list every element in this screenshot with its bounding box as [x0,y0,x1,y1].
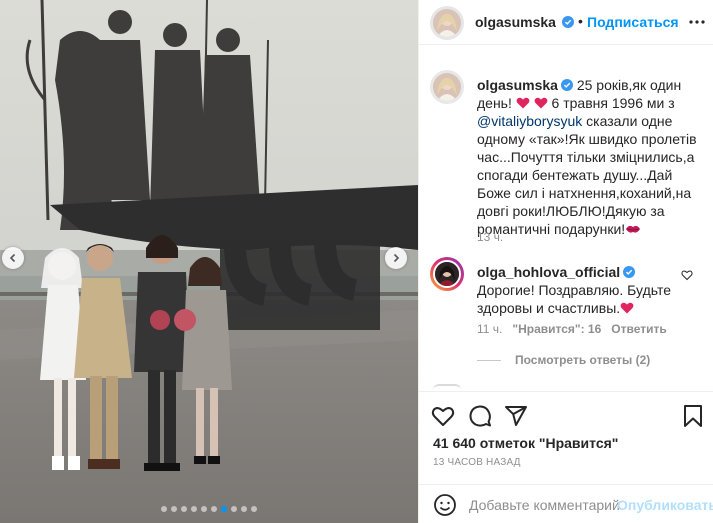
caption-text-date: 6 травня 1996 ми з [551,95,675,111]
post-actions: 41 640 отметок "Нравится" 13 ЧАСОВ НАЗАД… [419,391,713,523]
bookmark-icon[interactable] [681,404,705,428]
post-photo[interactable] [0,0,418,523]
carousel-dot [251,506,257,512]
comment-icon[interactable] [468,404,492,428]
comment-input[interactable] [469,495,619,515]
heart-emoji-icon [534,97,548,109]
kiss-lips-emoji-icon [626,225,641,233]
comment-likes-count[interactable]: "Нравится": 16 [512,322,601,336]
avatar[interactable] [433,260,461,288]
chevron-left-icon [9,253,16,263]
add-comment-form: Опубликовать [419,484,713,523]
replies-divider [477,359,501,361]
next-comment-avatar [433,384,461,390]
view-replies-button[interactable]: Посмотреть ответы (2) [477,353,650,367]
carousel-dot [171,506,177,512]
share-icon[interactable] [504,404,528,428]
carousel-dot [191,506,197,512]
reply-button[interactable]: Ответить [611,322,666,336]
carousel-dot [221,506,227,512]
caption-mention-link[interactable]: @vitaliyborysyuk [477,113,582,129]
follow-button[interactable]: Подписаться [587,14,679,30]
heart-emoji-icon [516,97,530,109]
carousel-dot [231,506,237,512]
verified-icon [560,79,573,91]
emoji-icon[interactable] [433,493,457,517]
post-details-panel: olgasumska • Подписаться olgasumska 25 р… [418,0,713,523]
caption-text-body: сказали одне одному «так»!Як швидко прол… [477,113,697,237]
verified-icon [623,266,636,278]
post-author-username[interactable]: olgasumska [475,14,556,30]
chevron-right-icon [393,253,400,263]
heart-icon[interactable] [681,269,693,281]
comment-text: Дорогие! Поздравляю. Будьте здоровы и сч… [477,282,672,316]
carousel-prev-button[interactable] [2,247,24,269]
comment-meta: 11 ч. "Нравится": 16 Ответить [477,322,667,336]
post-caption: olgasumska 25 років,як один день! 6 трав… [477,76,705,238]
carousel-dot [241,506,247,512]
avatar[interactable] [433,73,461,101]
comment-timestamp: 11 ч. [477,322,503,336]
publish-button[interactable]: Опубликовать [617,497,713,513]
avatar[interactable] [433,9,461,37]
carousel-indicator [0,506,418,512]
carousel-dot [161,506,167,512]
likes-count[interactable]: 41 640 отметок "Нравится" [433,435,618,451]
carousel-dot [201,506,207,512]
carousel-next-button[interactable] [385,247,407,269]
view-replies-label: Посмотреть ответы (2) [515,353,651,367]
carousel-dot [181,506,187,512]
post-header: olgasumska • Подписаться [419,0,713,45]
wedding-photo-illustration [0,0,418,523]
post-timestamp[interactable]: 13 ЧАСОВ НАЗАД [433,457,521,468]
more-icon[interactable] [687,12,707,32]
comment: olga_hohlova_official Дорогие! Поздравля… [477,263,692,317]
carousel-dot [211,506,217,512]
caption-timestamp: 13 ч. [477,230,504,244]
heart-emoji-icon [620,302,634,314]
verified-icon [562,16,574,28]
comment-username[interactable]: olga_hohlova_official [477,264,620,280]
heart-icon[interactable] [431,404,455,428]
separator-dot: • [578,13,583,29]
caption-username[interactable]: olgasumska [477,77,558,93]
